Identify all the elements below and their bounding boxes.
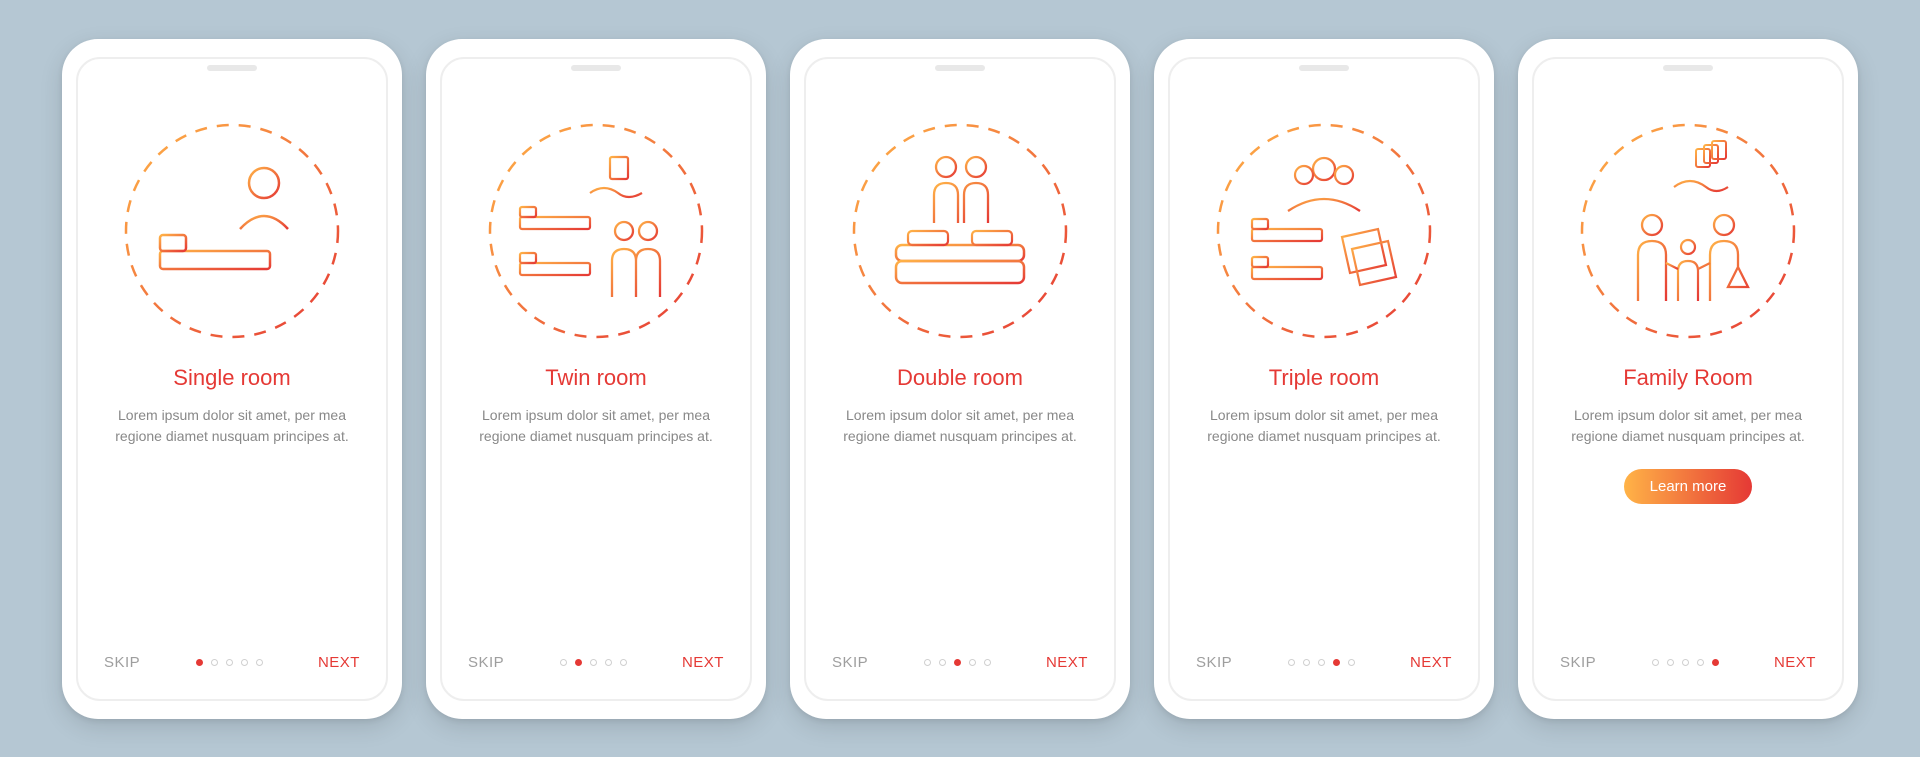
learn-more-button[interactable]: Learn more <box>1624 469 1753 504</box>
onboarding-footer: SKIP NEXT <box>832 654 1088 671</box>
skip-button[interactable]: SKIP <box>1196 654 1232 671</box>
onboarding-footer: SKIP NEXT <box>468 654 724 671</box>
screen-family: Family Room Lorem ipsum dolor sit amet, … <box>1532 57 1844 701</box>
skip-button[interactable]: SKIP <box>832 654 868 671</box>
double-room-icon <box>850 121 1070 341</box>
screen-description: Lorem ipsum dolor sit amet, per mea regi… <box>835 405 1085 447</box>
screen-single: Single room Lorem ipsum dolor sit amet, … <box>76 57 388 701</box>
next-button[interactable]: NEXT <box>682 654 724 671</box>
next-button[interactable]: NEXT <box>1774 654 1816 671</box>
screen-twin: Twin room Lorem ipsum dolor sit amet, pe… <box>440 57 752 701</box>
screen-title: Twin room <box>545 365 646 391</box>
page-indicator <box>1288 659 1355 666</box>
phone-mockup-twin: Twin room Lorem ipsum dolor sit amet, pe… <box>426 39 766 719</box>
screen-description: Lorem ipsum dolor sit amet, per mea regi… <box>471 405 721 447</box>
screen-title: Family Room <box>1623 365 1753 391</box>
triple-room-icon <box>1214 121 1434 341</box>
screen-double: Double room Lorem ipsum dolor sit amet, … <box>804 57 1116 701</box>
onboarding-footer: SKIP NEXT <box>1196 654 1452 671</box>
screen-description: Lorem ipsum dolor sit amet, per mea regi… <box>1563 405 1813 447</box>
twin-room-icon <box>486 121 706 341</box>
screen-title: Double room <box>897 365 1023 391</box>
page-indicator <box>196 659 263 666</box>
onboarding-footer: SKIP NEXT <box>104 654 360 671</box>
screen-description: Lorem ipsum dolor sit amet, per mea regi… <box>107 405 357 447</box>
next-button[interactable]: NEXT <box>1046 654 1088 671</box>
phone-mockup-double: Double room Lorem ipsum dolor sit amet, … <box>790 39 1130 719</box>
screen-description: Lorem ipsum dolor sit amet, per mea regi… <box>1199 405 1449 447</box>
next-button[interactable]: NEXT <box>1410 654 1452 671</box>
onboarding-footer: SKIP NEXT <box>1560 654 1816 671</box>
skip-button[interactable]: SKIP <box>468 654 504 671</box>
screen-title: Triple room <box>1269 365 1379 391</box>
skip-button[interactable]: SKIP <box>104 654 140 671</box>
page-indicator <box>1652 659 1719 666</box>
phone-mockup-single: Single room Lorem ipsum dolor sit amet, … <box>62 39 402 719</box>
skip-button[interactable]: SKIP <box>1560 654 1596 671</box>
page-indicator <box>560 659 627 666</box>
phone-mockup-triple: Triple room Lorem ipsum dolor sit amet, … <box>1154 39 1494 719</box>
screen-title: Single room <box>173 365 290 391</box>
next-button[interactable]: NEXT <box>318 654 360 671</box>
single-room-icon <box>122 121 342 341</box>
family-room-icon <box>1578 121 1798 341</box>
page-indicator <box>924 659 991 666</box>
phone-mockup-family: Family Room Lorem ipsum dolor sit amet, … <box>1518 39 1858 719</box>
screen-triple: Triple room Lorem ipsum dolor sit amet, … <box>1168 57 1480 701</box>
